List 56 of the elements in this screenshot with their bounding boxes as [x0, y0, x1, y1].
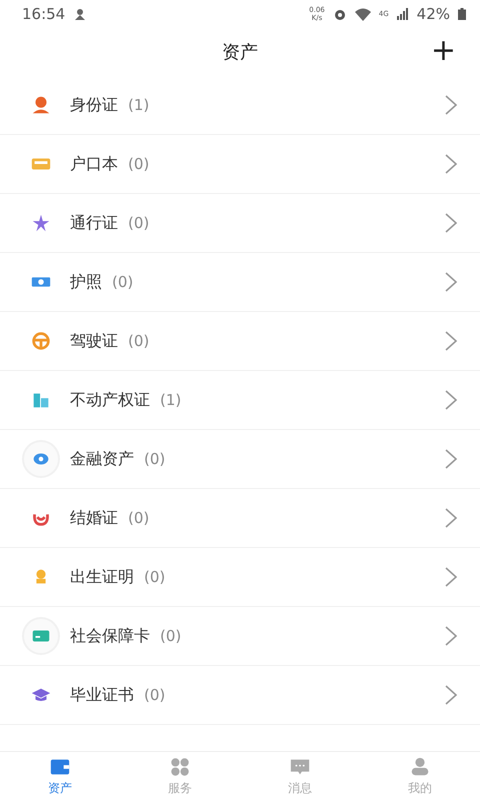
asset-list-item[interactable]: 毕业证书 (0)	[0, 666, 480, 725]
person-icon	[30, 94, 52, 116]
item-count: (0)	[112, 273, 134, 291]
item-count: (0)	[160, 627, 182, 645]
chevron-right-icon	[444, 94, 458, 116]
signal-icon	[396, 8, 409, 20]
item-count: (0)	[128, 332, 150, 350]
item-count: (0)	[144, 450, 166, 468]
asset-list-item[interactable]: 社会保障卡 (0)	[0, 607, 480, 666]
item-count: (0)	[144, 568, 166, 586]
asset-list-item[interactable]: 结婚证 (0)	[0, 489, 480, 548]
item-name: 毕业证书	[70, 684, 134, 706]
item-count: (0)	[128, 155, 150, 173]
chevron-right-icon	[444, 507, 458, 529]
chevron-right-icon	[444, 625, 458, 647]
item-name: 金融资产	[70, 448, 134, 470]
nav-tab[interactable]: 资产	[0, 752, 120, 800]
chevron-right-icon	[444, 271, 458, 293]
asset-list-item[interactable]: 不动产权证 (1)	[0, 371, 480, 430]
item-count: (1)	[128, 96, 150, 114]
item-name: 护照	[70, 272, 102, 292]
asset-list-item[interactable]: 护照 (0)	[0, 253, 480, 312]
asset-list-item[interactable]: 驾驶证 (0)	[0, 312, 480, 371]
alarm-icon	[332, 7, 347, 21]
item-count: (0)	[144, 686, 166, 704]
item-name: 社会保障卡	[70, 626, 150, 646]
chevron-right-icon	[444, 212, 458, 234]
asset-list-item[interactable]: 金融资产 (0)	[0, 430, 480, 489]
wifi-icon	[354, 8, 371, 20]
item-name: 出生证明	[70, 566, 134, 588]
asset-list-item[interactable]: 户口本 (0)	[0, 135, 480, 194]
battery-icon	[458, 8, 466, 20]
asset-list-item[interactable]: 出生证明 (0)	[0, 548, 480, 607]
item-name: 不动产权证	[70, 390, 150, 410]
item-count: (0)	[128, 509, 150, 527]
item-name: 结婚证	[70, 508, 118, 528]
chevron-right-icon	[444, 330, 458, 352]
battery-percent: 42%	[416, 5, 450, 23]
chevron-right-icon	[444, 389, 458, 411]
item-name: 通行证	[70, 212, 118, 234]
chevron-right-icon	[444, 153, 458, 175]
add-button[interactable]: +	[426, 34, 460, 68]
status-time: 16:54	[22, 5, 66, 23]
item-count: (0)	[128, 214, 150, 232]
asset-list-item[interactable]: 身份证 (1)	[0, 76, 480, 135]
chevron-right-icon	[444, 448, 458, 470]
steering-wheel-icon	[30, 330, 52, 352]
item-name: 驾驶证	[70, 330, 118, 352]
page-title: 资产	[222, 41, 258, 64]
item-name: 户口本	[70, 154, 118, 174]
item-count: (1)	[160, 391, 182, 409]
asset-list-item[interactable]: 通行证 (0)	[0, 194, 480, 253]
chevron-right-icon	[444, 566, 458, 588]
chevron-right-icon	[444, 684, 458, 706]
notification-icon	[73, 7, 88, 21]
item-name: 身份证	[70, 94, 118, 116]
